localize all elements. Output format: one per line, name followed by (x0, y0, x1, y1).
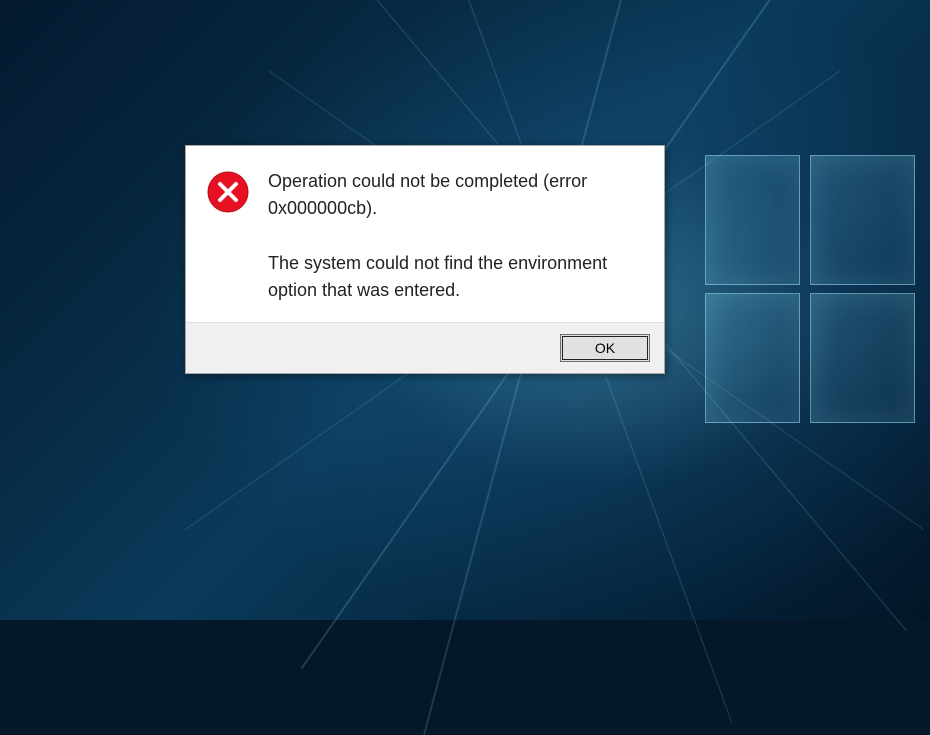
ok-button[interactable]: OK (560, 334, 650, 362)
dialog-body: Operation could not be completed (error … (186, 146, 664, 322)
error-message-secondary: The system could not find the environmen… (268, 250, 634, 304)
error-message-primary: Operation could not be completed (error … (268, 168, 634, 222)
dialog-footer: OK (186, 322, 664, 373)
error-x-icon (206, 170, 250, 214)
error-message: Operation could not be completed (error … (268, 168, 644, 304)
windows-logo-pane (705, 293, 800, 423)
error-dialog: Operation could not be completed (error … (185, 145, 665, 374)
desktop-background: Operation could not be completed (error … (0, 0, 930, 620)
windows-logo-pane (810, 155, 915, 285)
windows-logo-pane (810, 293, 915, 423)
windows-logo-pane (705, 155, 800, 285)
